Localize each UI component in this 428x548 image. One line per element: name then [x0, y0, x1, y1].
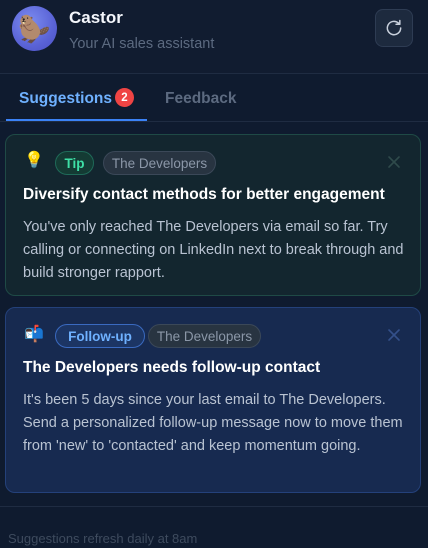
- assistant-panel: 🦫 Castor Your AI sales assistant Suggest…: [0, 0, 428, 548]
- tab-suggestions-label: Suggestions: [19, 90, 113, 107]
- beaver-icon: 🦫: [18, 13, 51, 44]
- mailbox-icon: 📬: [24, 326, 44, 343]
- avatar: 🦫: [12, 6, 57, 51]
- app-title: Castor: [69, 8, 123, 27]
- tab-feedback-label: Feedback: [165, 90, 237, 107]
- close-icon[interactable]: [387, 155, 401, 169]
- refresh-icon: [386, 19, 402, 36]
- card-title: The Developers needs follow-up contact: [23, 359, 321, 376]
- tab-suggestions[interactable]: Suggestions 2: [6, 74, 147, 121]
- footer-note: Suggestions refresh daily at 8am: [8, 531, 198, 546]
- card-title: Diversify contact methods for better eng…: [23, 186, 385, 203]
- refresh-button[interactable]: [375, 9, 413, 47]
- company-tag: The Developers: [103, 151, 216, 175]
- follow-up-tag: Follow-up: [55, 324, 145, 348]
- suggestions-count-badge: 2: [115, 88, 134, 107]
- lightbulb-icon: 💡: [24, 152, 44, 169]
- app-subtitle: Your AI sales assistant: [69, 36, 215, 52]
- card-body: It's been 5 days since your last email t…: [23, 392, 403, 454]
- suggestion-card-follow-up: 📬 Follow-up The Developers The Developer…: [5, 307, 421, 493]
- company-tag: The Developers: [148, 324, 261, 348]
- close-icon[interactable]: [387, 328, 401, 342]
- header: 🦫 Castor Your AI sales assistant: [0, 0, 428, 74]
- tab-bar: Suggestions 2 Feedback: [0, 74, 428, 122]
- tip-tag: Tip: [55, 151, 94, 175]
- footer-divider: [0, 506, 428, 507]
- suggestion-card-tip: 💡 Tip The Developers Diversify contact m…: [5, 134, 421, 296]
- card-body: You've only reached The Developers via e…: [23, 219, 404, 281]
